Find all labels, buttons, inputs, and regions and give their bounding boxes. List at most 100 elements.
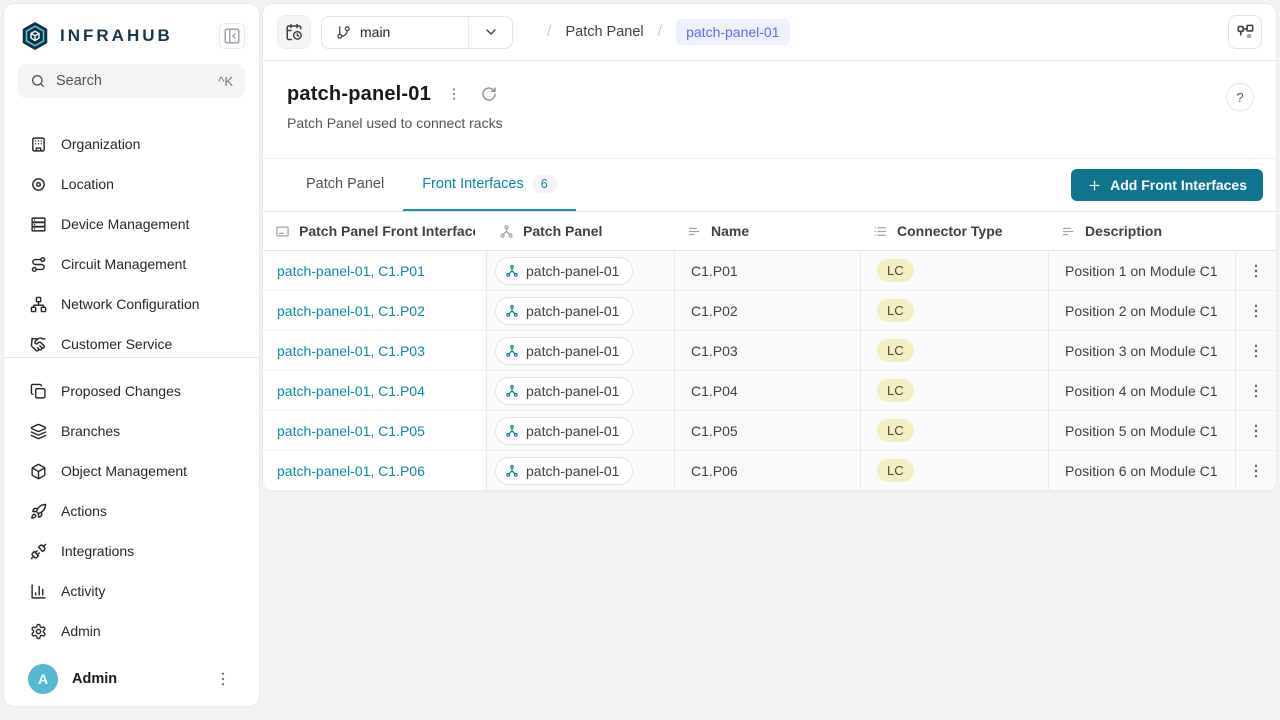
- kebab-icon: [214, 670, 232, 688]
- connector-type-badge: LC: [877, 339, 914, 362]
- tab-patch-panel[interactable]: Patch Panel: [287, 159, 403, 211]
- breadcrumb-item-patch-panel[interactable]: Patch Panel: [565, 24, 643, 40]
- page-subtitle: Patch Panel used to connect racks: [287, 115, 1254, 131]
- interface-link[interactable]: patch-panel-01, C1.P05: [277, 423, 425, 439]
- row-menu-button[interactable]: [1244, 339, 1268, 363]
- sidebar-item[interactable]: Object Management: [4, 451, 259, 491]
- connector-type-badge: LC: [877, 379, 914, 402]
- page-head: patch-panel-01 Patch Panel used to conne…: [263, 61, 1276, 159]
- sidebar-item[interactable]: Proposed Changes: [4, 371, 259, 411]
- row-menu-button[interactable]: [1244, 259, 1268, 283]
- patch-panel-cell: patch-panel-01: [487, 371, 675, 411]
- user-menu-button[interactable]: [211, 667, 235, 691]
- infrahub-logo-icon: [20, 21, 50, 51]
- kebab-icon: [1247, 382, 1265, 400]
- connector-type-cell: LC: [861, 291, 1049, 331]
- patch-panel-pill[interactable]: patch-panel-01: [495, 297, 633, 325]
- table-row: patch-panel-01, C1.P02 patch-panel-01 C1…: [263, 291, 1276, 331]
- column-header: Name: [675, 212, 861, 251]
- interface-link[interactable]: patch-panel-01, C1.P01: [277, 263, 425, 279]
- name-cell: C1.P01: [675, 251, 861, 291]
- name-cell: C1.P04: [675, 371, 861, 411]
- tab-front-interfaces[interactable]: Front Interfaces 6: [403, 159, 576, 211]
- row-menu-button[interactable]: [1244, 299, 1268, 323]
- building-icon: [30, 136, 47, 153]
- title-menu-button[interactable]: [443, 83, 465, 105]
- sidebar-item[interactable]: Circuit Management: [4, 244, 259, 284]
- refresh-icon: [481, 86, 497, 102]
- sidebar-nav-secondary: Proposed Changes Branches Object Managem…: [4, 358, 259, 651]
- add-front-interfaces-button[interactable]: Add Front Interfaces: [1071, 169, 1263, 201]
- interface-link[interactable]: patch-panel-01, C1.P06: [277, 463, 425, 479]
- column-header: Patch Panel: [487, 212, 675, 251]
- patch-panel-pill[interactable]: patch-panel-01: [495, 337, 633, 365]
- interface-link-cell: patch-panel-01, C1.P03: [263, 331, 487, 371]
- sidebar-item[interactable]: Device Management: [4, 204, 259, 244]
- timeframe-button[interactable]: [277, 15, 311, 49]
- sidebar-item[interactable]: Network Configuration: [4, 284, 259, 324]
- hierarchy-icon: [499, 224, 514, 239]
- server-icon: [30, 216, 47, 233]
- branch-selector-value[interactable]: main: [322, 17, 468, 48]
- kebab-icon: [1247, 302, 1265, 320]
- table-row: patch-panel-01, C1.P05 patch-panel-01 C1…: [263, 411, 1276, 451]
- kebab-icon: [1247, 462, 1265, 480]
- branch-selector[interactable]: main: [321, 16, 513, 49]
- copy-icon: [30, 383, 47, 400]
- text-icon: [687, 224, 702, 239]
- sidebar-item[interactable]: Integrations: [4, 531, 259, 571]
- sidebar-item[interactable]: Admin: [4, 611, 259, 651]
- table-header-row: Patch Panel Front Interfaces Patch Panel…: [263, 212, 1276, 251]
- sidebar-item[interactable]: Branches: [4, 411, 259, 451]
- kebab-icon: [1247, 422, 1265, 440]
- kebab-icon: [1247, 342, 1265, 360]
- row-menu-button[interactable]: [1244, 419, 1268, 443]
- search-input[interactable]: Search ^K: [18, 64, 245, 98]
- interface-link-cell: patch-panel-01, C1.P01: [263, 251, 487, 291]
- patch-panel-pill[interactable]: patch-panel-01: [495, 257, 633, 285]
- column-header: Patch Panel Front Interfaces: [263, 212, 487, 251]
- interface-link[interactable]: patch-panel-01, C1.P03: [277, 343, 425, 359]
- connector-type-badge: LC: [877, 259, 914, 282]
- sidebar: INFRAHUB Search ^K Organization Location…: [4, 4, 259, 706]
- user-name: Admin: [72, 671, 211, 687]
- topbar: main / Patch Panel / patch-panel-01: [263, 4, 1276, 61]
- name-cell: C1.P06: [675, 451, 861, 491]
- hierarchy-icon: [505, 464, 519, 478]
- refresh-button[interactable]: [477, 82, 501, 106]
- sidebar-item[interactable]: Activity: [4, 571, 259, 611]
- sidebar-item[interactable]: Customer Service: [4, 324, 259, 357]
- row-menu-button[interactable]: [1244, 379, 1268, 403]
- patch-panel-pill[interactable]: patch-panel-01: [495, 417, 633, 445]
- sidebar-item[interactable]: Actions: [4, 491, 259, 531]
- route-icon: [30, 256, 47, 273]
- name-cell: C1.P02: [675, 291, 861, 331]
- kebab-icon: [1247, 262, 1265, 280]
- branch-selector-caret[interactable]: [468, 17, 512, 48]
- logo-row: INFRAHUB: [20, 18, 245, 54]
- schema-button[interactable]: [1228, 15, 1262, 49]
- calendar-clock-icon: [285, 23, 303, 41]
- patch-panel-pill[interactable]: patch-panel-01: [495, 457, 633, 485]
- help-button[interactable]: ?: [1226, 83, 1254, 111]
- chart-icon: [30, 583, 47, 600]
- handshake-icon: [30, 336, 47, 353]
- patch-panel-pill[interactable]: patch-panel-01: [495, 377, 633, 405]
- patch-panel-cell: patch-panel-01: [487, 251, 675, 291]
- sidebar-item[interactable]: Location: [4, 164, 259, 204]
- interface-link[interactable]: patch-panel-01, C1.P02: [277, 303, 425, 319]
- connector-type-badge: LC: [877, 459, 914, 482]
- plug-icon: [30, 543, 47, 560]
- connector-type-badge: LC: [877, 419, 914, 442]
- card-icon: [275, 224, 290, 239]
- name-cell: C1.P03: [675, 331, 861, 371]
- row-menu-button[interactable]: [1244, 459, 1268, 483]
- breadcrumb-separator: /: [658, 23, 662, 41]
- main-content: main / Patch Panel / patch-panel-01 patc…: [263, 4, 1276, 491]
- sidebar-nav-primary: Organization Location Device Management …: [4, 124, 259, 357]
- interface-link[interactable]: patch-panel-01, C1.P04: [277, 383, 425, 399]
- sidebar-item[interactable]: Organization: [4, 124, 259, 164]
- breadcrumb-item-current[interactable]: patch-panel-01: [676, 19, 789, 45]
- sidebar-collapse-button[interactable]: [219, 23, 245, 49]
- list-icon: [873, 224, 888, 239]
